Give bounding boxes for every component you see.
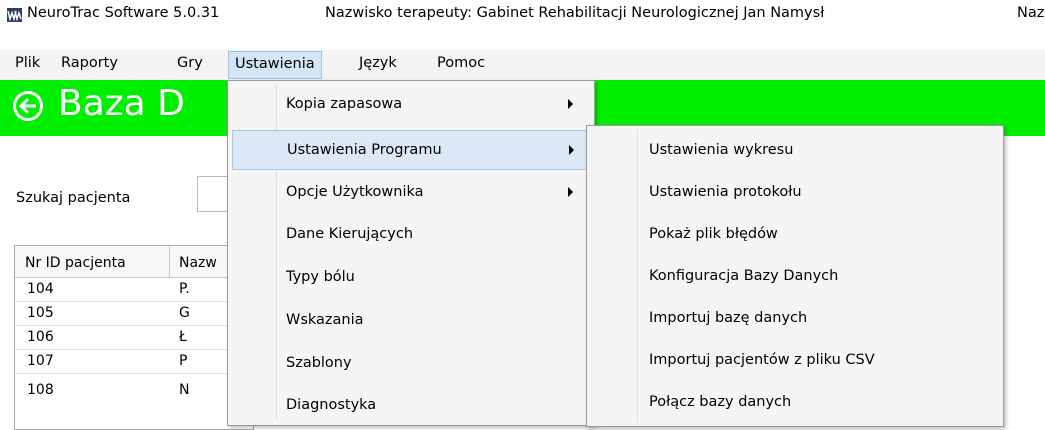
column-header-id[interactable]: Nr ID pacjenta [25,255,126,271]
submenu-item-ustawienia-wykresu[interactable]: Ustawienia wykresu [591,131,999,171]
submenu-arrow-icon [568,187,573,197]
submenu-item-pokaz-plik-bledow[interactable]: Pokaż plik błędów [591,215,999,255]
menu-item-diagnostyka[interactable]: Diagnostyka [232,386,588,426]
submenu-item-importuj-baze-danych[interactable]: Importuj bazę danych [591,299,999,339]
table-header: Nr ID pacjenta Nazw [15,246,253,278]
column-header-name[interactable]: Nazw [179,255,217,271]
cell-name: P. [179,281,190,297]
menu-item-label: Pokaż plik błędów [649,226,778,242]
menu-bar: Plik Raporty Gry Ustawienia Język Pomoc [0,50,1045,80]
menu-item-wskazania[interactable]: Wskazania [232,301,588,341]
ustawienia-programu-submenu: Ustawienia wykresu Ustawienia protokołu … [586,125,1004,427]
menu-item-label: Dane Kierujących [286,226,414,242]
menu-item-label: Ustawienia wykresu [649,142,794,158]
column-separator [169,246,170,278]
table-row[interactable]: 108 N [15,374,253,398]
menu-item-typy-bolu[interactable]: Typy bólu [232,258,588,298]
menu-gry[interactable]: Gry [177,55,203,71]
title-bar: NeuroTrac Software 5.0.31 Nazwisko terap… [0,0,1045,30]
app-logo-icon [7,8,22,22]
menu-item-label: Wskazania [286,312,364,328]
cell-name: N [179,382,190,398]
cell-id: 107 [27,353,54,369]
table-row[interactable]: 105 G [15,302,253,326]
submenu-arrow-icon [568,99,573,109]
submenu-item-polacz-bazy-danych[interactable]: Połącz bazy danych [591,383,999,423]
menu-raporty[interactable]: Raporty [61,55,118,71]
search-label: Szukaj pacjenta [16,190,131,206]
cell-id: 105 [27,305,54,321]
menu-item-label: Połącz bazy danych [649,394,792,410]
menu-item-opcje-uzytkownika[interactable]: Opcje Użytkownika [232,173,588,213]
submenu-item-ustawienia-protokolu[interactable]: Ustawienia protokołu [591,173,999,213]
menu-item-label: Importuj pacjentów z pliku CSV [649,352,875,368]
menu-item-label: Szablony [286,355,352,371]
menu-item-label: Opcje Użytkownika [286,184,424,200]
cell-id: 104 [27,281,54,297]
ustawienia-dropdown: Kopia zapasowa Ustawienia Programu Opcje… [227,80,595,426]
submenu-item-importuj-pacjentow-csv[interactable]: Importuj pacjentów z pliku CSV [591,341,999,381]
cell-id: 106 [27,329,54,345]
menu-item-label: Importuj bazę danych [649,310,808,326]
menu-jezyk[interactable]: Język [359,55,397,71]
menu-plik[interactable]: Plik [15,55,40,71]
menu-item-label: Diagnostyka [286,397,377,413]
app-title: NeuroTrac Software 5.0.31 [27,5,220,21]
menu-item-label: Konfiguracja Bazy Danych [649,268,839,284]
table-row[interactable]: 104 P. [15,278,253,302]
menu-pomoc[interactable]: Pomoc [437,55,485,71]
patient-table: Nr ID pacjenta Nazw 104 P. 105 G 106 Ł 1… [14,245,254,430]
menu-item-ustawienia-programu[interactable]: Ustawienia Programu [232,130,588,170]
page-title: Baza D [58,83,185,124]
title-cut-text: Nazw [1017,5,1045,21]
back-arrow-icon[interactable] [13,91,43,121]
cell-name: Ł [179,329,187,345]
cell-id: 108 [27,382,54,398]
submenu-arrow-icon [569,145,574,155]
menu-ustawienia[interactable]: Ustawienia [228,51,322,79]
menu-item-kopia-zapasowa[interactable]: Kopia zapasowa [232,85,588,125]
menu-item-label: Ustawienia protokołu [649,184,802,200]
menu-item-label: Ustawienia Programu [287,142,442,158]
menu-item-label: Typy bólu [286,269,355,285]
menu-item-label: Kopia zapasowa [286,96,403,112]
submenu-item-konfiguracja-bazy-danych[interactable]: Konfiguracja Bazy Danych [591,257,999,297]
table-row[interactable]: 107 P [15,350,253,374]
cell-name: G [179,305,190,321]
cell-name: P [179,353,188,369]
menu-item-dane-kierujacych[interactable]: Dane Kierujących [232,215,588,255]
therapist-name: Nazwisko terapeuty: Gabinet Rehabilitacj… [325,5,825,21]
table-row[interactable]: 106 Ł [15,326,253,350]
menu-item-szablony[interactable]: Szablony [232,344,588,384]
